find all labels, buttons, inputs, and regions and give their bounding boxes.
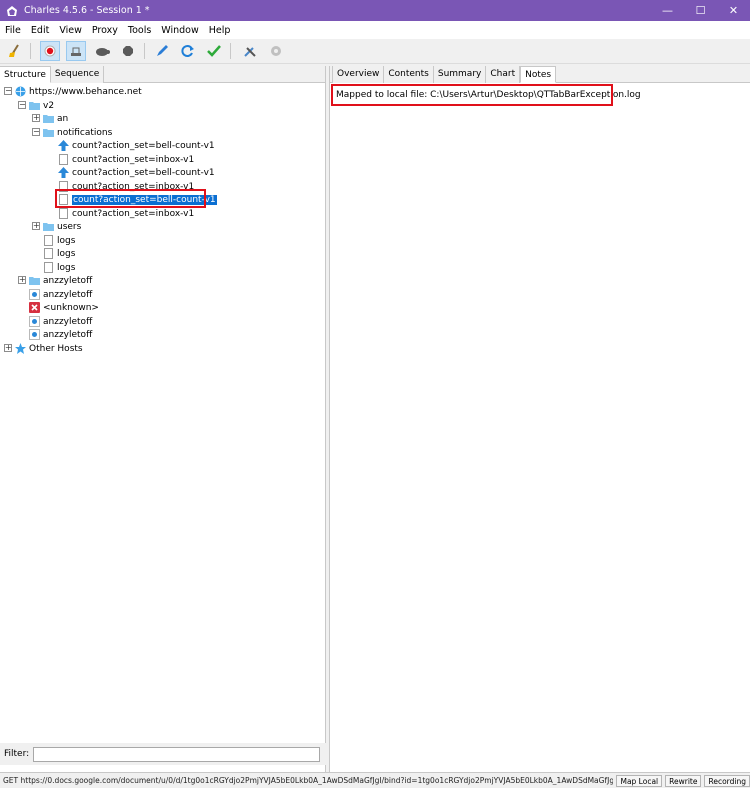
request-dot-icon xyxy=(29,289,40,300)
check-icon[interactable] xyxy=(204,41,224,61)
tree-node-logs[interactable]: logs xyxy=(43,247,75,260)
title-bar: Charles 4.5.6 - Session 1 * — ☐ ✕ xyxy=(0,0,750,21)
folder-icon xyxy=(43,223,54,231)
refresh-icon[interactable] xyxy=(178,41,198,61)
maximize-button[interactable]: ☐ xyxy=(684,0,717,21)
menu-proxy[interactable]: Proxy xyxy=(87,25,123,36)
document-icon xyxy=(44,235,53,246)
detail-pane: Overview Contents Summary Chart Notes Ma… xyxy=(329,66,750,772)
tree-node-anzzyletoff[interactable]: anzzyletoff xyxy=(29,274,92,287)
tree-expander[interactable]: + xyxy=(4,344,12,352)
document-icon xyxy=(44,248,53,259)
toolbar-separator xyxy=(144,43,145,59)
upload-arrow-icon xyxy=(58,140,69,151)
menu-tools[interactable]: Tools xyxy=(123,25,156,36)
request-dot-icon xyxy=(29,316,40,327)
tools-icon[interactable] xyxy=(240,41,260,61)
hosts-star-icon xyxy=(15,343,26,354)
charles-app-icon xyxy=(7,5,17,16)
tree-node-anzzyletoff[interactable]: anzzyletoff xyxy=(29,288,92,301)
tab-notes[interactable]: Notes xyxy=(520,66,557,83)
menu-window[interactable]: Window xyxy=(156,25,203,36)
folder-icon xyxy=(29,277,40,285)
recording-button[interactable]: Recording xyxy=(704,774,750,787)
minimize-button[interactable]: — xyxy=(651,0,684,21)
tree-node-an[interactable]: an xyxy=(43,112,68,125)
document-icon xyxy=(59,208,68,219)
request-dot-icon xyxy=(29,329,40,340)
map-local-button[interactable]: Map Local xyxy=(616,774,663,787)
record-icon[interactable] xyxy=(40,41,60,61)
menu-edit[interactable]: Edit xyxy=(26,25,54,36)
folder-icon xyxy=(29,102,40,110)
tree-node-logs[interactable]: logs xyxy=(43,261,75,274)
filter-bar: Filter: xyxy=(0,743,326,765)
tree-expander[interactable]: + xyxy=(18,276,26,284)
tree-node-notifications[interactable]: notifications xyxy=(43,126,112,139)
tree-node-other-hosts[interactable]: Other Hosts xyxy=(15,342,83,355)
structure-pane: Structure Sequence − https://www.behance… xyxy=(0,66,326,772)
tree-node-anzzyletoff[interactable]: anzzyletoff xyxy=(29,328,92,341)
status-url: GET https://0.docs.google.com/document/u… xyxy=(3,776,614,785)
tree-request[interactable]: count?action_set=inbox-v1 xyxy=(58,153,194,166)
broom-icon[interactable] xyxy=(5,41,25,61)
stop-icon[interactable] xyxy=(118,41,138,61)
tab-structure[interactable]: Structure xyxy=(0,66,51,83)
charles-window: Charles 4.5.6 - Session 1 * — ☐ ✕ File E… xyxy=(0,0,750,788)
tree-node-host[interactable]: https://www.behance.net xyxy=(15,85,142,98)
throttle-icon[interactable] xyxy=(66,41,86,61)
tree-node-unknown[interactable]: <unknown> xyxy=(29,301,99,314)
notes-highlight-box xyxy=(331,84,613,106)
rewrite-button[interactable]: Rewrite xyxy=(665,774,702,787)
document-icon xyxy=(59,154,68,165)
folder-icon xyxy=(43,115,54,123)
tree-expander[interactable]: − xyxy=(18,101,26,109)
toolbar-separator xyxy=(230,43,231,59)
toolbar xyxy=(0,39,750,64)
tree-expander[interactable]: − xyxy=(32,128,40,136)
toolbar-separator xyxy=(30,43,31,59)
folder-icon xyxy=(43,129,54,137)
filter-input[interactable] xyxy=(33,746,321,762)
tree-request[interactable]: count?action_set=bell-count-v1 xyxy=(58,139,215,152)
tab-overview[interactable]: Overview xyxy=(332,66,385,83)
tab-summary[interactable]: Summary xyxy=(433,66,487,83)
error-icon xyxy=(29,302,40,313)
tree-node-users[interactable]: users xyxy=(43,220,81,233)
close-button[interactable]: ✕ xyxy=(717,0,750,21)
selection-highlight-box xyxy=(55,189,206,208)
tab-contents[interactable]: Contents xyxy=(384,66,434,83)
tree-request[interactable]: count?action_set=bell-count-v1 xyxy=(58,166,215,179)
tree-expander[interactable]: + xyxy=(32,222,40,230)
pen-icon[interactable] xyxy=(152,41,172,61)
tree-node-logs[interactable]: logs xyxy=(43,234,75,247)
globe-icon xyxy=(15,86,26,97)
tree-expander[interactable]: − xyxy=(4,87,12,95)
tree-request[interactable]: count?action_set=inbox-v1 xyxy=(58,207,194,220)
menu-bar: File Edit View Proxy Tools Window Help xyxy=(0,21,750,39)
tab-chart[interactable]: Chart xyxy=(486,66,521,83)
menu-file[interactable]: File xyxy=(0,25,26,36)
settings-icon[interactable] xyxy=(266,41,286,61)
tab-sequence[interactable]: Sequence xyxy=(50,66,105,83)
document-icon xyxy=(44,262,53,273)
status-bar: GET https://0.docs.google.com/document/u… xyxy=(0,772,750,788)
filter-label: Filter: xyxy=(4,749,30,759)
tree-expander[interactable]: + xyxy=(32,114,40,122)
turtle-icon[interactable] xyxy=(92,41,112,61)
menu-view[interactable]: View xyxy=(54,25,87,36)
tree-node-v2[interactable]: v2 xyxy=(29,99,54,112)
tree-node-anzzyletoff[interactable]: anzzyletoff xyxy=(29,315,92,328)
upload-arrow-icon xyxy=(58,167,69,178)
window-title: Charles 4.5.6 - Session 1 * xyxy=(24,5,150,16)
menu-help[interactable]: Help xyxy=(204,25,236,36)
